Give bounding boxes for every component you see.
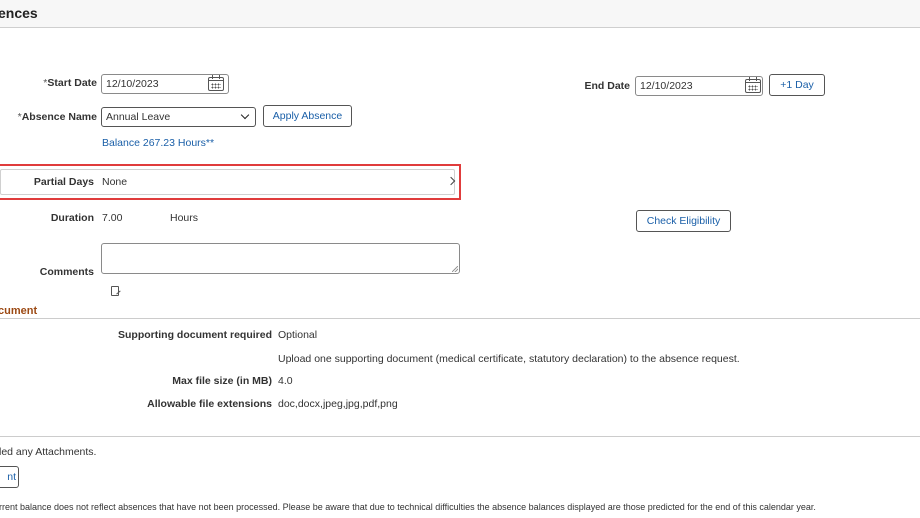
page-header: ences	[0, 0, 920, 28]
attachments-divider	[0, 436, 920, 437]
start-date-value: 12/10/2023	[106, 78, 159, 90]
section-divider	[0, 318, 920, 319]
check-eligibility-button[interactable]: Check Eligibility	[636, 210, 731, 232]
duration-value: 7.00	[102, 212, 123, 224]
max-file-size-value: 4.0	[278, 375, 293, 387]
footer-note: rrent balance does not reflect absences …	[0, 502, 816, 512]
partial-days-label: Partial Days	[33, 176, 94, 188]
file-extensions-label: Allowable file extensions	[147, 398, 272, 410]
file-extensions-value: doc,docx,jpeg,jpg,pdf,png	[278, 398, 398, 410]
max-file-size-label: Max file size (in MB)	[172, 375, 272, 387]
comments-label: Comments	[39, 266, 94, 278]
absence-name-value: Annual Leave	[106, 111, 171, 123]
absence-name-select[interactable]: Annual Leave	[101, 107, 256, 127]
page-title: ences	[0, 5, 38, 21]
end-date-input[interactable]: 12/10/2023	[635, 76, 763, 96]
resize-handle-icon[interactable]	[452, 266, 458, 272]
spell-check-icon[interactable]	[111, 286, 119, 296]
partial-days-value: None	[102, 176, 128, 188]
duration-unit: Hours	[170, 212, 199, 224]
plus-one-day-button[interactable]: +1 Day	[769, 74, 825, 96]
end-date-value: 12/10/2023	[640, 80, 693, 92]
attachments-status: led any Attachments.	[0, 446, 97, 458]
balance-text: Balance 267.23 Hours**	[102, 137, 215, 149]
apply-absence-button[interactable]: Apply Absence	[263, 105, 352, 127]
calendar-icon[interactable]	[745, 77, 761, 93]
supporting-doc-value: Optional	[278, 329, 318, 341]
upload-instructions: Upload one supporting document (medical …	[278, 353, 740, 365]
start-date-label: *Start Date	[43, 77, 97, 89]
calendar-icon[interactable]	[208, 75, 224, 91]
comments-textarea[interactable]	[101, 243, 460, 274]
absence-name-label: *Absence Name	[18, 111, 97, 123]
duration-label: Duration	[50, 212, 94, 224]
add-attachment-button[interactable]: nt	[0, 466, 19, 488]
document-section-title: cument	[0, 305, 38, 317]
start-date-label-text: Start Date	[47, 77, 97, 89]
chevron-down-icon	[240, 110, 250, 120]
absence-name-label-text: Absence Name	[21, 111, 97, 123]
end-date-label: End Date	[584, 80, 630, 92]
supporting-doc-label: Supporting document required	[118, 329, 272, 341]
